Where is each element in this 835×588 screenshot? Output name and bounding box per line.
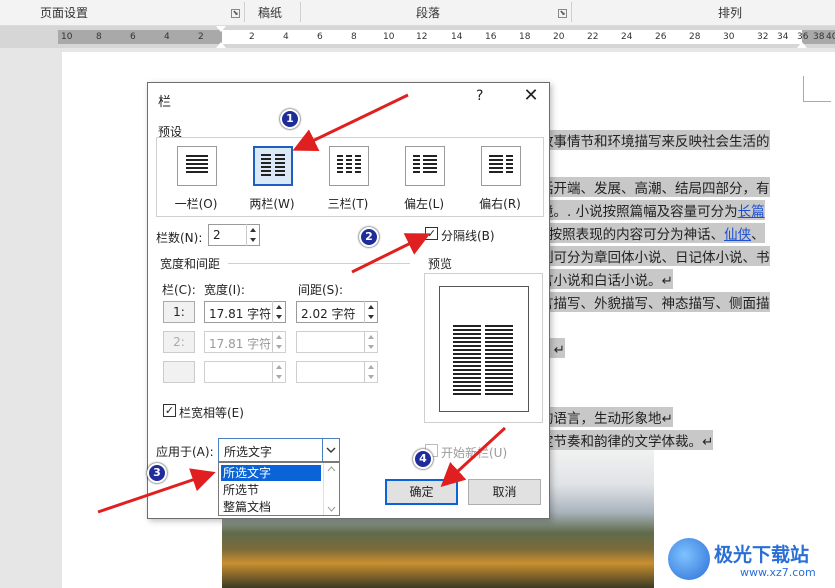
- arrow-1: [292, 93, 409, 151]
- annotation-arrows: [97, 93, 507, 514]
- site-watermark: 极光下载站 www.xz7.com: [668, 536, 828, 584]
- arrow-4: [440, 426, 507, 488]
- watermark-title: 极光下载站: [714, 544, 810, 566]
- callout-badge-3: 3: [147, 463, 167, 483]
- watermark-logo-icon: [668, 538, 710, 580]
- callout-badge-4: 4: [413, 449, 433, 469]
- callout-badge-1: 1: [280, 109, 300, 129]
- watermark-url: www.xz7.com: [740, 566, 816, 579]
- callout-badge-2: 2: [359, 227, 379, 247]
